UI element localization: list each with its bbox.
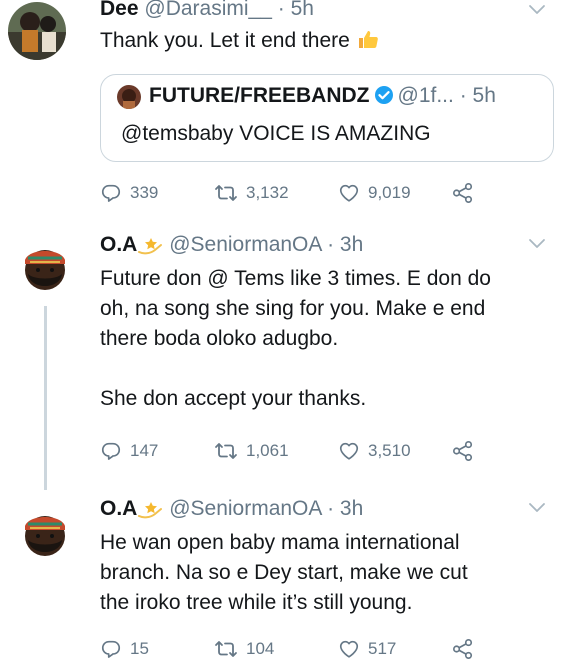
tweet-1[interactable]: Dee @Darasimi__ · 5h Thank you. Let it e… [0, 0, 568, 224]
retweet-button[interactable]: 104 [214, 636, 274, 662]
avatar[interactable] [16, 506, 74, 564]
share-button[interactable] [452, 636, 474, 662]
quoted-text: @temsbaby VOICE IS AMAZING [121, 122, 431, 145]
tweet-text-line: oh, na song she sing for you. Make e end [100, 297, 486, 320]
retweet-count: 104 [246, 639, 275, 658]
verified-badge-icon [374, 85, 394, 112]
reply-icon [100, 182, 122, 204]
quoted-display-name[interactable]: FUTURE/FREEBANDZ [149, 84, 370, 107]
tweet-text-line: branch. Na so e Dey start, make we cut [100, 561, 468, 584]
like-button[interactable]: 9,019 [338, 180, 411, 206]
retweet-icon [214, 439, 238, 463]
tweet-text-line: the iroko tree while it’s still young. [100, 591, 413, 614]
thumbs-up-icon [356, 27, 380, 60]
heart-icon [338, 638, 360, 660]
star-icon [137, 499, 163, 519]
like-button[interactable]: 3,510 [338, 438, 411, 464]
tweet-text: He wan open baby mama international bran… [100, 528, 540, 618]
quoted-timestamp[interactable]: · 5h [460, 84, 496, 107]
timestamp[interactable]: · 3h [327, 497, 363, 520]
tweet-text-line: He wan open baby mama international [100, 531, 460, 554]
retweet-button[interactable]: 1,061 [214, 438, 289, 464]
share-icon [452, 440, 474, 462]
heart-icon [338, 440, 360, 462]
reply-count: 339 [130, 183, 159, 202]
display-name[interactable]: Dee [100, 0, 139, 20]
retweet-count: 3,132 [246, 183, 289, 202]
user-handle[interactable]: @SeniormanOA [169, 233, 321, 256]
display-name[interactable]: O.A [100, 233, 137, 256]
reply-button[interactable]: 147 [100, 438, 158, 464]
reply-count: 15 [130, 639, 149, 658]
reply-icon [100, 638, 122, 660]
display-name[interactable]: O.A [100, 497, 137, 520]
tweet-actions: 147 1,061 3,510 [100, 438, 520, 464]
tweet-header: O.A @SeniormanOA · 3h [100, 496, 363, 522]
like-count: 9,019 [368, 183, 411, 202]
like-count: 517 [368, 639, 397, 658]
heart-icon [338, 182, 360, 204]
timestamp[interactable]: · 3h [327, 233, 363, 256]
like-count: 3,510 [368, 441, 411, 460]
quoted-avatar[interactable] [117, 85, 141, 109]
timestamp[interactable]: · 5h [278, 0, 314, 20]
retweet-icon [214, 637, 238, 661]
tweet-actions: 339 3,132 9,019 [100, 180, 520, 206]
tweet-text-line: there boda oloko adugbo. [100, 327, 339, 350]
tweet-text-line: Thank you. Let it end there [100, 29, 350, 52]
tweet-3[interactable]: O.A @SeniormanOA · 3h He wan open baby m… [0, 490, 568, 663]
chevron-down-icon[interactable] [528, 238, 546, 250]
chevron-down-icon[interactable] [528, 4, 546, 16]
like-button[interactable]: 517 [338, 636, 396, 662]
quoted-user-handle[interactable]: @1f... [398, 84, 454, 107]
tweet-text-line: She don accept your thanks. [100, 387, 367, 410]
user-handle[interactable]: @SeniormanOA [169, 497, 321, 520]
tweet-text: Thank you. Let it end there [100, 26, 540, 60]
retweet-count: 1,061 [246, 441, 289, 460]
quoted-header: FUTURE/FREEBANDZ @1f... · 5h [149, 83, 496, 112]
tweet-text: Future don @ Tems like 3 times. E don do… [100, 264, 540, 414]
tweet-text-line: Future don @ Tems like 3 times. E don do [100, 267, 491, 290]
avatar[interactable] [16, 240, 74, 298]
chevron-down-icon[interactable] [528, 502, 546, 514]
reply-count: 147 [130, 441, 159, 460]
reply-button[interactable]: 15 [100, 636, 149, 662]
avatar[interactable] [8, 2, 66, 60]
star-icon [137, 235, 163, 255]
retweet-button[interactable]: 3,132 [214, 180, 289, 206]
tweet-header: Dee @Darasimi__ · 5h [100, 0, 314, 22]
retweet-icon [214, 181, 238, 205]
reply-icon [100, 440, 122, 462]
share-button[interactable] [452, 438, 474, 464]
share-button[interactable] [452, 180, 474, 206]
quoted-tweet[interactable]: FUTURE/FREEBANDZ @1f... · 5h @temsbaby VO… [100, 74, 554, 162]
tweet-actions: 15 104 517 [100, 636, 520, 662]
reply-button[interactable]: 339 [100, 180, 158, 206]
thread-line [44, 306, 47, 490]
user-handle[interactable]: @Darasimi__ [144, 0, 272, 20]
share-icon [452, 638, 474, 660]
tweet-2[interactable]: O.A @SeniormanOA · 3h Future don @ Tems … [0, 224, 568, 490]
tweet-header: O.A @SeniormanOA · 3h [100, 232, 363, 258]
share-icon [452, 182, 474, 204]
